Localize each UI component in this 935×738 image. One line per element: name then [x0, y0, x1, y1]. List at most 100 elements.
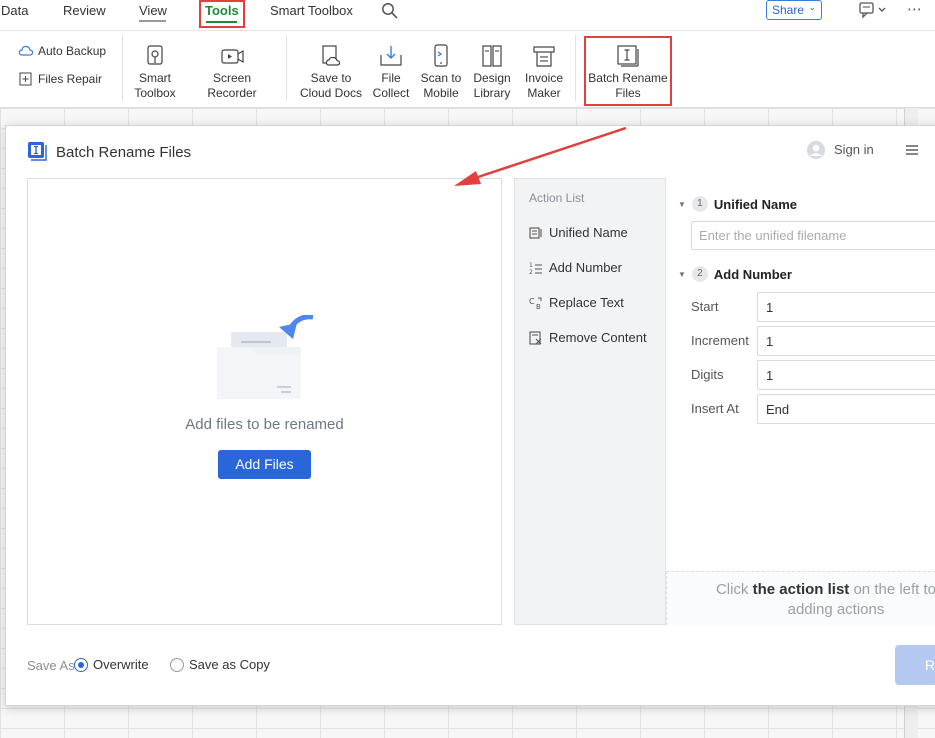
replace-text-icon: C B [529, 297, 542, 310]
action-list-title: Action List [529, 191, 585, 205]
search-icon[interactable] [381, 2, 399, 20]
chevron-down-icon: ⌄ [808, 2, 816, 12]
save-to-cloud-label-1: Save to [310, 71, 352, 85]
increment-label: Increment [691, 333, 749, 348]
unified-name-icon [529, 226, 542, 239]
start-label: Start [691, 299, 719, 314]
dialog-title: Batch Rename Files [56, 144, 192, 161]
save-as-label: Save As [27, 658, 75, 673]
design-library-label-1: Design [473, 71, 511, 85]
action-unified-name-label: Unified Name [549, 225, 628, 240]
insert-at-select[interactable]: End [757, 394, 935, 424]
ribbon-separator [575, 35, 576, 101]
share-label: Share [772, 3, 805, 17]
unified-name-section-header[interactable]: ▼ 1 Unified Name [678, 196, 797, 212]
design-library-label-2: Library [473, 86, 511, 100]
menu-review[interactable]: Review [63, 3, 106, 18]
invoice-maker-icon [533, 46, 555, 67]
overwrite-radio[interactable]: Overwrite [74, 657, 149, 672]
svg-text:2: 2 [529, 269, 533, 275]
action-unified-name[interactable]: Unified Name [529, 225, 628, 240]
collapse-triangle-icon: ▼ [678, 269, 686, 279]
menu-tools[interactable]: Tools [205, 3, 239, 18]
scan-to-mobile-label-2: Mobile [423, 86, 459, 100]
add-number-section-title: Add Number [713, 266, 792, 282]
batch-rename-app-icon [28, 142, 47, 161]
scan-to-mobile-icon [434, 44, 448, 67]
scan-to-mobile-button[interactable]: Scan to Mobile [417, 43, 465, 101]
comment-icon[interactable] [857, 0, 889, 20]
tools-active-underline [206, 21, 237, 23]
hint-line-2: adding actions [787, 601, 885, 618]
smart-toolbox-button[interactable]: Smart Toolbox [133, 43, 177, 101]
file-collect-button[interactable]: File Collect [370, 43, 412, 101]
menu-smart-toolbox[interactable]: Smart Toolbox [270, 3, 353, 18]
action-replace-text[interactable]: C B Replace Text [529, 295, 624, 310]
share-button[interactable]: Share ⌄ [766, 0, 822, 20]
save-to-cloud-docs-button[interactable]: Save to Cloud Docs [298, 43, 364, 101]
section-number: 1 [691, 196, 708, 212]
menu-icon[interactable] [905, 143, 919, 157]
section-number: 2 [691, 266, 708, 282]
drop-zone-hint: Add files to be renamed [185, 416, 344, 433]
batch-rename-icon [617, 45, 639, 67]
action-add-number-label: Add Number [549, 260, 622, 275]
files-repair-label: Files Repair [38, 72, 103, 86]
start-input[interactable]: 1 [757, 292, 935, 322]
ribbon-separator [122, 35, 123, 101]
menu-data[interactable]: Data [1, 3, 28, 18]
screen-recorder-icon [221, 49, 244, 64]
file-collect-label-2: Collect [372, 86, 410, 100]
insert-at-label: Insert At [691, 401, 739, 416]
file-collect-icon [380, 46, 402, 66]
invoice-maker-button[interactable]: Invoice Maker [521, 43, 567, 101]
file-repair-icon [19, 72, 32, 86]
design-library-button[interactable]: Design Library [470, 43, 514, 101]
svg-text:B: B [536, 303, 541, 310]
unified-filename-input[interactable] [691, 221, 935, 250]
files-repair-button[interactable]: Files Repair [18, 71, 102, 87]
save-as-copy-label: Save as Copy [189, 657, 270, 672]
file-drop-zone[interactable]: Add files to be renamed Add Files [27, 178, 502, 625]
design-library-icon [482, 45, 502, 67]
increment-input[interactable]: 1 [757, 326, 935, 356]
ribbon-separator [286, 35, 287, 101]
cloud-backup-icon [18, 45, 34, 56]
hint-suffix: on the left to co [853, 581, 935, 598]
auto-backup-label: Auto Backup [38, 44, 107, 58]
sign-in-link[interactable]: Sign in [834, 142, 874, 157]
auto-backup-button[interactable]: Auto Backup [18, 43, 106, 59]
smart-toolbox-icon [147, 45, 163, 65]
hint-action-list: the action list [752, 581, 850, 598]
digits-input[interactable]: 1 [757, 360, 935, 390]
add-files-button[interactable]: Add Files [218, 450, 311, 479]
menu-view[interactable]: View [139, 3, 167, 18]
more-options-icon[interactable]: ⋯ [907, 0, 923, 18]
action-remove-content[interactable]: Remove Content [529, 330, 647, 345]
add-number-section-header[interactable]: ▼ 2 Add Number [678, 266, 792, 282]
folder-upload-icon [217, 315, 314, 399]
rename-button[interactable]: Re [895, 645, 935, 685]
screen-recorder-button[interactable]: Screen Recorder [187, 43, 277, 101]
collapse-triangle-icon: ▼ [678, 199, 686, 209]
action-add-number[interactable]: 1 2 Add Number [529, 260, 622, 275]
add-action-hint-area: Click the action list on the left to co … [666, 571, 935, 625]
batch-rename-files-button[interactable]: Batch Rename Files [586, 43, 670, 101]
screen-recorder-label: Screen Recorder [207, 71, 257, 100]
add-number-icon: 1 2 [529, 262, 542, 275]
user-avatar-icon[interactable] [806, 140, 826, 160]
add-action-hint: Click the action list on the left to co … [691, 580, 935, 620]
tools-ribbon: Auto Backup Files Repair Smart Toolbox S… [0, 30, 935, 108]
file-collect-label-1: File [381, 71, 401, 85]
radio-unselected-icon [170, 657, 184, 672]
scan-to-mobile-label-1: Scan to [420, 71, 462, 85]
cloud-save-icon [322, 45, 341, 66]
unified-name-section-title: Unified Name [713, 196, 797, 212]
action-remove-content-label: Remove Content [549, 330, 647, 345]
save-as-copy-radio[interactable]: Save as Copy [170, 657, 270, 672]
menu-bar: Data Review View Tools Smart Toolbox Sha… [0, 0, 935, 30]
remove-content-icon [529, 330, 542, 345]
view-underline [139, 20, 166, 22]
invoice-maker-label-2: Maker [527, 86, 561, 100]
invoice-maker-label-1: Invoice [524, 71, 564, 85]
